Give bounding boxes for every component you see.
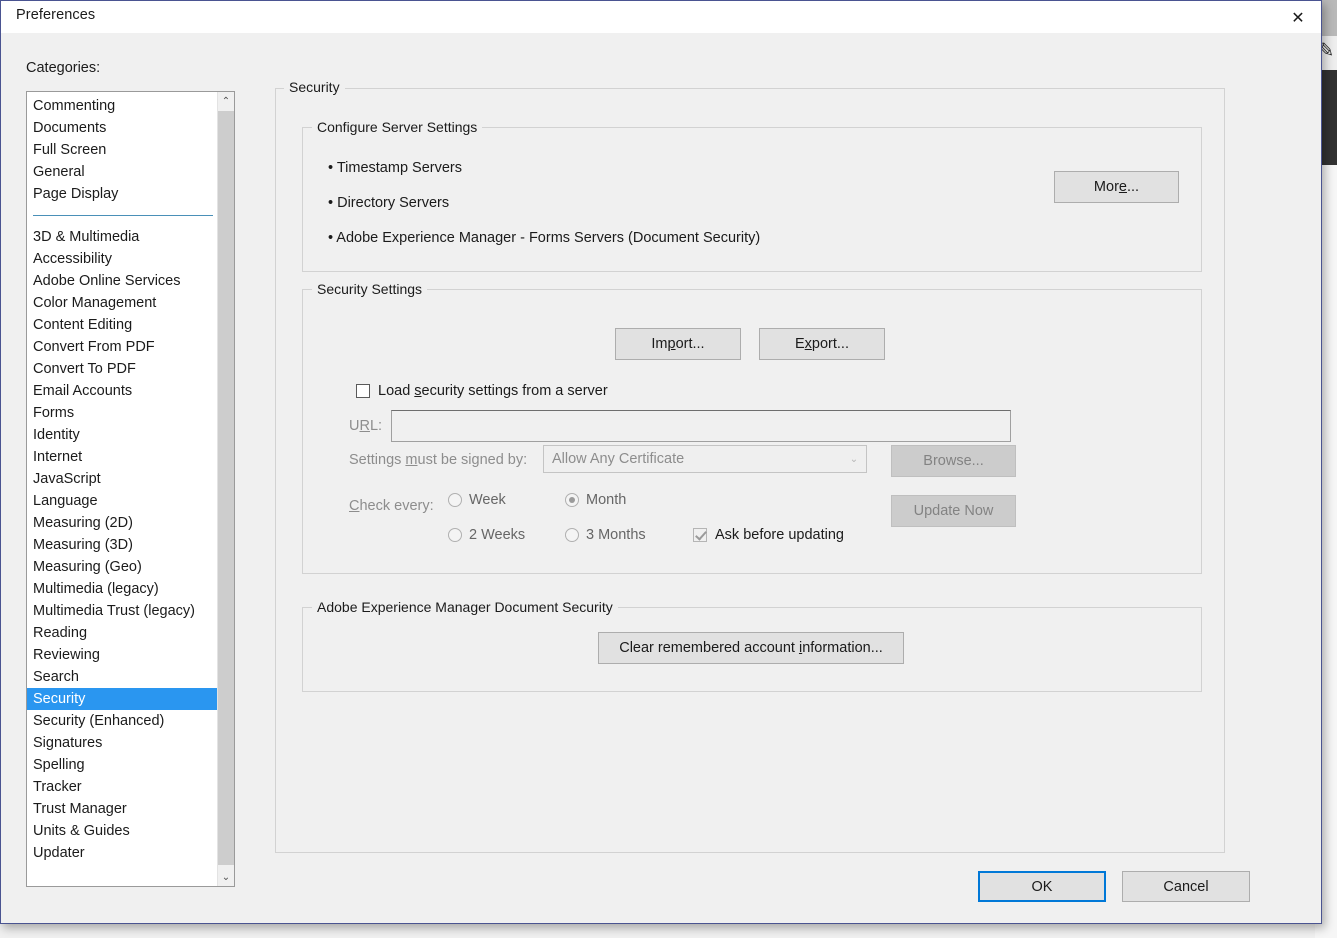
sidebar-item-color-management[interactable]: Color Management: [27, 292, 219, 314]
checkbox-checked-icon: [693, 528, 707, 542]
ok-button[interactable]: OK: [978, 871, 1106, 902]
sidebar-item-tracker[interactable]: Tracker: [27, 776, 219, 798]
sidebar-item-reviewing[interactable]: Reviewing: [27, 644, 219, 666]
dialog-titlebar: Preferences ✕: [1, 1, 1321, 33]
close-icon[interactable]: ✕: [1275, 1, 1321, 33]
sidebar-item-security-enhanced[interactable]: Security (Enhanced): [27, 710, 219, 732]
update-now-button[interactable]: Update Now: [891, 495, 1016, 527]
sidebar-item-multimedia-trust-legacy[interactable]: Multimedia Trust (legacy): [27, 600, 219, 622]
sidebar-item-identity[interactable]: Identity: [27, 424, 219, 446]
ask-before-updating-label: Ask before updating: [715, 527, 844, 543]
sidebar-item-content-editing[interactable]: Content Editing: [27, 314, 219, 336]
sidebar-item-updater[interactable]: Updater: [27, 842, 219, 864]
radio-week-label: Week: [469, 492, 506, 508]
browse-button[interactable]: Browse...: [891, 445, 1016, 477]
dialog-title: Preferences: [16, 7, 96, 23]
categories-list-items: Commenting Documents Full Screen General Pag…: [27, 92, 219, 886]
sidebar-item-adobe-online-services[interactable]: Adobe Online Services: [27, 270, 219, 292]
sidebar-item-multimedia-legacy[interactable]: Multimedia (legacy): [27, 578, 219, 600]
bullet-timestamp-servers: • Timestamp Servers: [328, 160, 462, 176]
security-settings-group: Security Settings Import... Export... Lo…: [302, 281, 1202, 574]
radio-3-months[interactable]: 3 Months: [565, 527, 646, 543]
sidebar-item-measuring-geo[interactable]: Measuring (Geo): [27, 556, 219, 578]
sidebar-item-security[interactable]: Security: [27, 688, 219, 710]
sidebar-item-email-accounts[interactable]: Email Accounts: [27, 380, 219, 402]
settings-signed-by-label: Settings must be signed by:: [349, 452, 528, 468]
configure-server-settings-group: Configure Server Settings • Timestamp Se…: [302, 119, 1202, 272]
aem-document-security-group: Adobe Experience Manager Document Securi…: [302, 599, 1202, 692]
sidebar-item-convert-to-pdf[interactable]: Convert To PDF: [27, 358, 219, 380]
categories-label: Categories:: [26, 60, 101, 76]
sidebar-item-documents[interactable]: Documents: [27, 117, 219, 139]
radio-3-months-label: 3 Months: [586, 527, 646, 543]
cancel-button[interactable]: Cancel: [1122, 871, 1250, 902]
aem-document-security-title: Adobe Experience Manager Document Securi…: [312, 599, 618, 615]
categories-separator: [33, 215, 213, 216]
sidebar-item-3d-multimedia[interactable]: 3D & Multimedia: [27, 226, 219, 248]
radio-circle-icon: [565, 528, 579, 542]
sidebar-item-internet[interactable]: Internet: [27, 446, 219, 468]
scrollbar-thumb[interactable]: [218, 111, 234, 865]
sidebar-item-javascript[interactable]: JavaScript: [27, 468, 219, 490]
categories-scrollbar[interactable]: ⌃ ⌄: [217, 92, 234, 886]
security-panel-title: Security: [284, 79, 345, 95]
sidebar-item-general[interactable]: General: [27, 161, 219, 183]
signed-by-dropdown[interactable]: Allow Any Certificate ⌄: [543, 445, 867, 473]
clear-account-information-button[interactable]: Clear remembered account information...: [598, 632, 904, 664]
radio-2-weeks-label: 2 Weeks: [469, 527, 526, 543]
ask-before-updating-checkbox[interactable]: Ask before updating: [693, 527, 844, 543]
sidebar-item-reading[interactable]: Reading: [27, 622, 219, 644]
check-every-label: Check every:: [349, 498, 434, 514]
sidebar-item-full-screen[interactable]: Full Screen: [27, 139, 219, 161]
bullet-aem-forms-servers: • Adobe Experience Manager - Forms Serve…: [328, 230, 761, 246]
bullet-directory-servers: • Directory Servers: [328, 195, 450, 211]
sidebar-item-convert-from-pdf[interactable]: Convert From PDF: [27, 336, 219, 358]
radio-circle-icon: [448, 528, 462, 542]
security-panel: Security Configure Server Settings • Tim…: [275, 79, 1225, 853]
security-settings-title: Security Settings: [312, 281, 428, 297]
import-button[interactable]: Import...: [615, 328, 741, 360]
load-security-settings-label: Load security settings from a server: [378, 383, 608, 399]
sidebar-item-spelling[interactable]: Spelling: [27, 754, 219, 776]
sidebar-item-page-display[interactable]: Page Display: [27, 183, 219, 205]
url-input[interactable]: [391, 410, 1011, 442]
sidebar-item-forms[interactable]: Forms: [27, 402, 219, 424]
radio-month[interactable]: Month: [565, 492, 626, 508]
sidebar-item-accessibility[interactable]: Accessibility: [27, 248, 219, 270]
radio-week[interactable]: Week: [448, 492, 506, 508]
preferences-dialog: Preferences ✕ Categories: Commenting Docu…: [0, 0, 1322, 924]
dialog-body: Categories: Commenting Documents Full Scre…: [1, 33, 1321, 923]
more-button[interactable]: More...: [1054, 171, 1179, 203]
configure-server-settings-title: Configure Server Settings: [312, 119, 483, 135]
scroll-up-icon[interactable]: ⌃: [218, 92, 234, 110]
export-button[interactable]: Export...: [759, 328, 885, 360]
sidebar-item-measuring-3d[interactable]: Measuring (3D): [27, 534, 219, 556]
radio-month-label: Month: [586, 492, 627, 508]
checkbox-box-icon: [356, 384, 370, 398]
sidebar-item-commenting[interactable]: Commenting: [27, 95, 219, 117]
sidebar-item-search[interactable]: Search: [27, 666, 219, 688]
sidebar-item-signatures[interactable]: Signatures: [27, 732, 219, 754]
sidebar-item-units-guides[interactable]: Units & Guides: [27, 820, 219, 842]
scroll-down-icon[interactable]: ⌄: [218, 868, 234, 886]
url-label: URL:: [349, 418, 383, 434]
sidebar-item-trust-manager[interactable]: Trust Manager: [27, 798, 219, 820]
categories-listbox[interactable]: Commenting Documents Full Screen General Pag…: [26, 91, 235, 887]
radio-circle-selected-icon: [565, 493, 579, 507]
sidebar-item-language[interactable]: Language: [27, 490, 219, 512]
radio-circle-icon: [448, 493, 462, 507]
sidebar-item-measuring-2d[interactable]: Measuring (2D): [27, 512, 219, 534]
signed-by-value: Allow Any Certificate: [552, 451, 685, 467]
radio-2-weeks[interactable]: 2 Weeks: [448, 527, 525, 543]
load-security-settings-checkbox[interactable]: Load security settings from a server: [356, 383, 608, 399]
chevron-down-icon: ⌄: [849, 453, 859, 465]
